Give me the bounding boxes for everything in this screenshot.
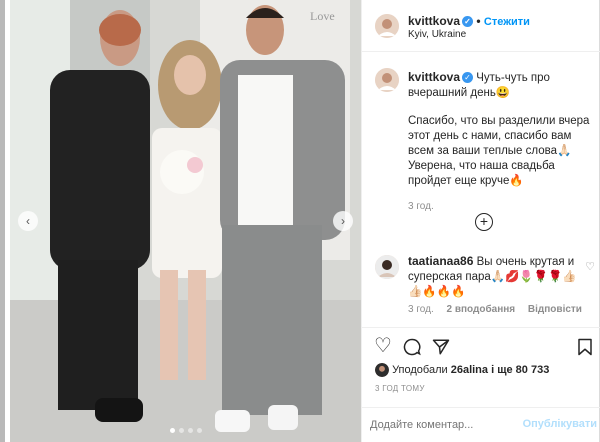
carousel-dot [178, 428, 184, 433]
comment-meta: 3 год. 2 вподобання Відповісти [408, 304, 582, 315]
author-header: kvittkova ✓ • Стежити [408, 14, 530, 28]
heart-icon[interactable]: ♡ [374, 336, 392, 356]
wedding-photo-illustration: Love [10, 0, 361, 442]
author-username[interactable]: kvittkova [408, 14, 460, 28]
comment-text: taatianaa86 Вы очень крутая и суперская … [408, 254, 578, 300]
comment-icon[interactable] [403, 336, 421, 360]
load-more-comments-icon[interactable]: + [475, 213, 493, 231]
likes-prefix: Уподобали [392, 363, 448, 376]
verified-icon: ✓ [462, 16, 474, 28]
liker-avatar[interactable] [375, 363, 389, 377]
prev-photo-button[interactable]: ‹ [18, 211, 38, 231]
carousel-dot [169, 428, 175, 433]
comment-input[interactable] [370, 414, 520, 436]
dot-separator: • [476, 14, 484, 28]
caption-time: 3 год. [408, 201, 434, 212]
action-bar: ♡ Уподобали 26alina і ще 80 733 3 ГОД ТО… [362, 327, 600, 407]
post-photo[interactable]: Love ‹ › [10, 0, 361, 442]
share-icon[interactable] [432, 336, 450, 360]
carousel-dots [10, 422, 361, 436]
post-sidebar: kvittkova ✓ • Стежити Kyiv, Ukraine kvitt… [361, 0, 600, 442]
commenter-username[interactable]: taatianaa86 [408, 254, 473, 268]
bookmark-icon[interactable] [577, 336, 593, 360]
carousel-dot [187, 428, 193, 433]
comment-like-icon[interactable]: ♡ [585, 260, 595, 273]
commenter-avatar[interactable] [375, 255, 399, 279]
likes-count[interactable]: і ще 80 733 [491, 364, 549, 376]
liker-username[interactable]: 26alina [451, 364, 488, 376]
add-comment-bar: Опублікувати [362, 407, 600, 442]
publish-button[interactable]: Опублікувати [523, 418, 597, 430]
reply-button[interactable]: Відповісти [528, 304, 582, 315]
post-header: kvittkova ✓ • Стежити Kyiv, Ukraine [362, 0, 600, 52]
next-photo-button[interactable]: › [333, 211, 353, 231]
comment-likes[interactable]: 2 вподобання [447, 304, 516, 315]
comment-time: 3 год. [408, 304, 434, 315]
author-avatar[interactable] [375, 14, 399, 38]
post-modal: Love ‹ › kvittkova ✓ • Стежити Kyiv, Ukr… [0, 0, 600, 442]
verified-icon: ✓ [462, 72, 474, 84]
carousel-dot [196, 428, 202, 433]
sign-text: Love [310, 9, 335, 23]
caption-avatar[interactable] [375, 68, 399, 92]
follow-button[interactable]: Стежити [484, 16, 530, 28]
caption-username[interactable]: kvittkova [408, 70, 460, 84]
caption-text: kvittkova ✓ Чуть-чуть про вчерашний день😃… [408, 70, 598, 214]
likes-summary: Уподобали 26alina і ще 80 733 [375, 363, 549, 377]
caption-line2: Спасибо, что вы разделили вчера этот ден… [408, 115, 590, 187]
posted-time: 3 ГОД ТОМУ [375, 384, 425, 393]
post-location[interactable]: Kyiv, Ukraine [408, 29, 466, 40]
